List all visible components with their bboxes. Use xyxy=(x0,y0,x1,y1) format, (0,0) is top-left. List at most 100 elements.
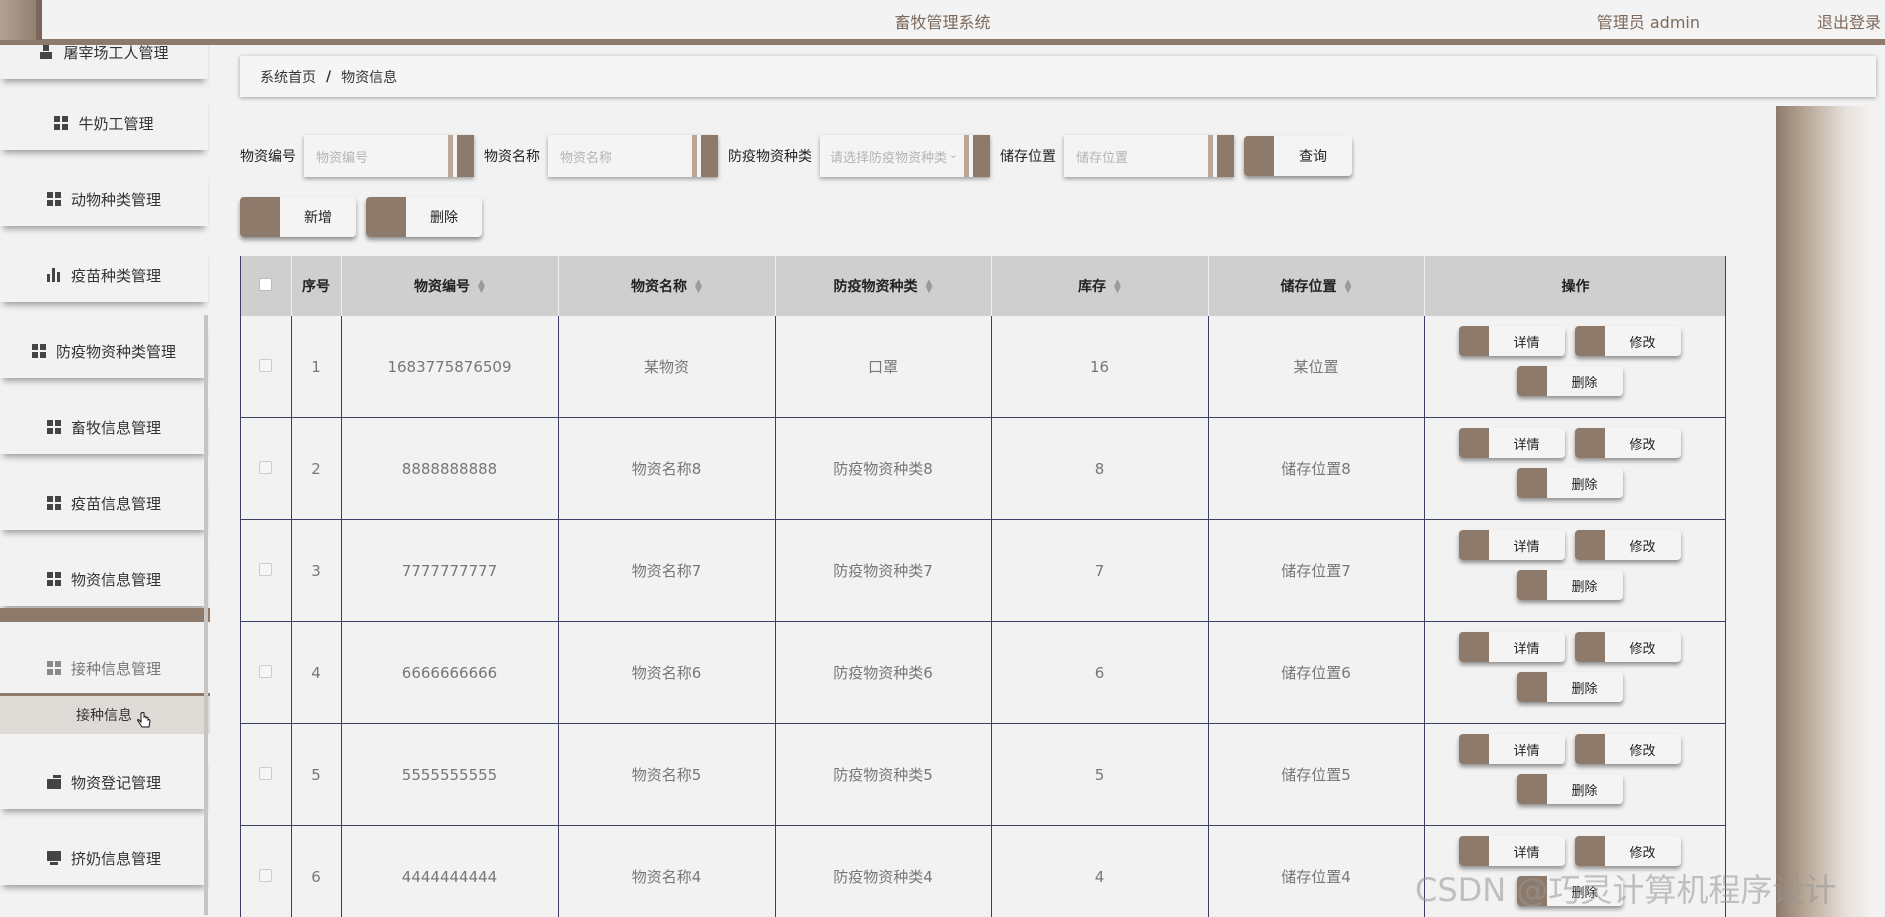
type-select[interactable]: 请选择防疫物资种类 ⌄ xyxy=(820,135,990,177)
sort-icon[interactable]: ▲ ▼ xyxy=(478,279,485,295)
sidebar-item-slaughter-workers[interactable]: 屠宰场工人管理 xyxy=(0,45,208,79)
row-select-cell xyxy=(241,825,292,917)
button-swatch xyxy=(240,197,280,237)
row-delete-button[interactable]: 删除 xyxy=(1516,468,1623,498)
button-swatch xyxy=(1574,428,1605,458)
row-actions: 详情 修改 删除 xyxy=(1425,316,1726,417)
bulk-delete-button[interactable]: 删除 xyxy=(366,197,482,237)
button-swatch xyxy=(1458,836,1489,866)
sidebar-item-milking-info[interactable]: 挤奶信息管理 xyxy=(0,831,208,885)
edit-button[interactable]: 修改 xyxy=(1574,836,1681,866)
button-swatch xyxy=(1458,530,1489,560)
edit-button-label: 修改 xyxy=(1629,335,1656,351)
detail-button[interactable]: 详情 xyxy=(1458,428,1565,458)
row-actions: 详情 修改删除 xyxy=(1425,520,1726,621)
col-code-label: 物资编号 xyxy=(414,279,471,295)
detail-button[interactable]: 详情 xyxy=(1458,530,1565,560)
cell-stock: 4 xyxy=(991,825,1209,917)
code-input[interactable]: 物资编号 xyxy=(304,135,474,177)
cell-type: 防疫物资种类6 xyxy=(775,621,992,724)
cell-code: 8888888888 xyxy=(341,417,559,520)
row-checkbox[interactable] xyxy=(259,766,273,780)
detail-button-label: 详情 xyxy=(1513,641,1540,657)
sort-icon[interactable]: ▲ ▼ xyxy=(1114,279,1121,295)
col-name[interactable]: 物资名称 ▲ ▼ xyxy=(558,256,776,316)
name-input[interactable]: 物资名称 xyxy=(548,135,718,177)
col-type-label: 防疫物资种类 xyxy=(833,279,918,295)
sidebar-item-label: 屠宰场工人管理 xyxy=(63,45,169,62)
sidebar-item-vaccination-info[interactable]: 接种信息管理 xyxy=(0,641,208,695)
cell-code: 1683775876509 xyxy=(341,316,559,418)
select-all-checkbox[interactable] xyxy=(259,277,273,291)
row-checkbox[interactable] xyxy=(259,868,273,882)
detail-button[interactable]: 详情 xyxy=(1458,632,1565,662)
col-code[interactable]: 物资编号 ▲ ▼ xyxy=(341,256,559,316)
submenu-item-vaccination[interactable]: 接种信息 xyxy=(0,696,210,734)
cell-name: 物资名称6 xyxy=(558,621,776,724)
detail-button[interactable]: 详情 xyxy=(1458,326,1565,356)
row-checkbox[interactable] xyxy=(259,358,273,372)
action-bar: 新增 删除 xyxy=(240,197,482,237)
sidebar-item-supply-registration[interactable]: 物资登记管理 xyxy=(0,755,208,809)
location-input[interactable]: 储存位置 xyxy=(1064,135,1234,177)
logout-link[interactable]: 退出登录 xyxy=(1817,9,1881,33)
add-button[interactable]: 新增 xyxy=(240,197,356,237)
row-delete-button[interactable]: 删除 xyxy=(1516,366,1623,396)
sidebar-item-milk-workers[interactable]: 牛奶工管理 xyxy=(0,96,208,150)
sidebar-scrollbar[interactable] xyxy=(204,315,208,915)
edit-button[interactable]: 修改 xyxy=(1574,326,1681,356)
row-delete-button[interactable]: 删除 xyxy=(1516,570,1623,600)
cell-stock: 7 xyxy=(991,519,1209,622)
cell-index: 1 xyxy=(291,316,342,418)
sidebar-item-label: 畜牧信息管理 xyxy=(70,418,161,437)
cell-stock: 16 xyxy=(991,316,1209,418)
cell-code: 6666666666 xyxy=(341,621,559,724)
edit-button-label: 修改 xyxy=(1629,437,1656,453)
edit-button[interactable]: 修改 xyxy=(1574,530,1681,560)
sidebar-item-livestock-info[interactable]: 畜牧信息管理 xyxy=(0,400,208,454)
menu-divider xyxy=(0,608,210,622)
col-location[interactable]: 储存位置 ▲ ▼ xyxy=(1208,256,1425,316)
table-row: 2 8888888888 物资名称8 防疫物资种类8 8 储存位置8 详情 修改 删除 xyxy=(241,417,1725,520)
row-delete-button-label: 删除 xyxy=(1571,579,1598,595)
query-button[interactable]: 查询 xyxy=(1244,136,1352,176)
location-placeholder: 储存位置 xyxy=(1076,150,1129,166)
breadcrumb-home[interactable]: 系统首页 xyxy=(260,67,316,87)
edit-button-label: 修改 xyxy=(1629,743,1656,759)
edit-button[interactable]: 修改 xyxy=(1574,632,1681,662)
detail-button[interactable]: 详情 xyxy=(1458,734,1565,764)
edit-button[interactable]: 修改 xyxy=(1574,428,1681,458)
sidebar-item-vaccine-info[interactable]: 疫苗信息管理 xyxy=(0,476,208,530)
sort-icon[interactable]: ▲ ▼ xyxy=(695,279,702,295)
row-checkbox[interactable] xyxy=(259,664,273,678)
col-stock-label: 库存 xyxy=(1078,279,1107,295)
row-delete-button[interactable]: 删除 xyxy=(1516,672,1623,702)
location-label: 储存位置 xyxy=(1000,149,1056,165)
cell-actions: 详情 修改 删除 xyxy=(1424,316,1726,418)
detail-button[interactable]: 详情 xyxy=(1458,836,1565,866)
button-swatch xyxy=(1458,632,1489,662)
cell-name: 物资名称7 xyxy=(558,519,776,622)
button-swatch xyxy=(1458,326,1489,356)
col-type[interactable]: 防疫物资种类 ▲ ▼ xyxy=(775,256,992,316)
col-stock[interactable]: 库存 ▲ ▼ xyxy=(991,256,1209,316)
row-checkbox[interactable] xyxy=(259,460,273,474)
sort-icon[interactable]: ▲ ▼ xyxy=(1345,279,1352,295)
row-checkbox[interactable] xyxy=(259,562,273,576)
row-delete-button-label: 删除 xyxy=(1571,783,1598,799)
sort-icon[interactable]: ▲ ▼ xyxy=(926,279,933,295)
hand-pointer-icon xyxy=(137,712,151,728)
sidebar-item-vaccine-types[interactable]: 疫苗种类管理 xyxy=(0,248,208,302)
cell-index: 4 xyxy=(291,621,342,724)
row-select-cell xyxy=(241,621,292,724)
sidebar-item-animal-types[interactable]: 动物种类管理 xyxy=(0,172,208,226)
cell-actions: 详情 修改删除 xyxy=(1424,519,1726,622)
sidebar-item-supply-types[interactable]: 防疫物资种类管理 xyxy=(0,324,208,378)
cell-name: 物资名称8 xyxy=(558,417,776,520)
breadcrumb-separator: / xyxy=(326,68,332,85)
row-delete-button[interactable]: 删除 xyxy=(1516,774,1623,804)
code-label: 物资编号 xyxy=(240,149,296,165)
sidebar-item-supply-info[interactable]: 物资信息管理 xyxy=(0,552,208,606)
edit-button[interactable]: 修改 xyxy=(1574,734,1681,764)
col-actions: 操作 xyxy=(1424,256,1725,316)
